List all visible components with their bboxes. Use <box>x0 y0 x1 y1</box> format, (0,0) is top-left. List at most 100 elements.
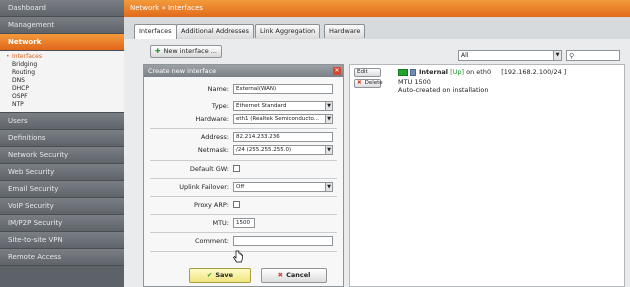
subnav-bridging-label: Bridging <box>12 61 38 68</box>
interface-name: Internal <box>419 68 449 76</box>
new-interface-button[interactable]: ✚ New interface ... <box>150 45 222 58</box>
type-value: Ethernet Standard <box>236 103 287 109</box>
new-interface-label: New interface ... <box>163 47 217 55</box>
subnav-ntp[interactable]: NTP <box>6 101 124 109</box>
netmask-value: /24 (255.255.255.0) <box>236 147 292 153</box>
edit-button[interactable]: Edit <box>354 68 381 77</box>
interface-summary: Internal [Up] on eth0 [192.168.2.100/24 … <box>419 68 566 77</box>
mtu-input[interactable]: 1500 <box>233 218 255 228</box>
type-select[interactable]: Ethernet Standard ▼ <box>233 101 333 111</box>
mtu-row: MTU: 1500 <box>144 218 343 229</box>
interface-device: on eth0 <box>466 68 492 76</box>
interface-list: Edit ✖ Delete Internal [Up] on eth0 [192.… <box>349 64 625 287</box>
tab-bar: Interfaces Additional Addresses Link Agg… <box>124 17 630 39</box>
dialog-title: Create new interface ✕ <box>144 65 343 77</box>
plus-icon: ✚ <box>155 47 161 55</box>
hardware-label: Hardware: <box>195 115 229 123</box>
divider <box>150 232 337 233</box>
main-content: ✚ New interface ... All ▼ ⚲ Create new int… <box>124 39 630 287</box>
divider <box>150 251 337 252</box>
nav-management[interactable]: Management <box>0 17 124 34</box>
tab-hardware[interactable]: Hardware <box>324 24 366 38</box>
sidebar: Dashboard Management Network • Interfaces… <box>0 0 124 287</box>
comment-label: Comment: <box>194 237 229 245</box>
address-label: Address: <box>200 133 229 141</box>
filter-select[interactable]: All ▼ <box>458 50 562 61</box>
hardware-row: Hardware: eth1 (Realtek Semiconducto... ▼ <box>144 114 343 125</box>
nav-web-security[interactable]: Web Security <box>0 164 124 181</box>
subnav-ntp-label: NTP <box>12 101 24 108</box>
checkmark-icon: ✔ <box>206 271 213 279</box>
filter-value: All <box>461 52 469 59</box>
subnav-interfaces-label: Interfaces <box>12 53 42 60</box>
status-toggle-icon[interactable] <box>398 69 408 76</box>
nav-dashboard[interactable]: Dashboard <box>0 0 124 17</box>
subnav-dns[interactable]: DNS <box>6 77 124 85</box>
subnav-dhcp[interactable]: DHCP <box>6 85 124 93</box>
nav-users[interactable]: Users <box>0 113 124 130</box>
subnav-dns-label: DNS <box>12 77 25 84</box>
nav-site-to-site-vpn[interactable]: Site-to-site VPN <box>0 232 124 249</box>
delete-icon: ✖ <box>357 80 362 86</box>
hand-cursor-icon <box>233 250 243 263</box>
chevron-down-icon: ▼ <box>325 183 332 191</box>
divider <box>150 196 337 197</box>
type-label: Type: <box>211 102 229 110</box>
subnav-bridging[interactable]: Bridging <box>6 61 124 69</box>
cancel-button[interactable]: ✖ Cancel <box>261 268 327 283</box>
nav-email-security[interactable]: Email Security <box>0 181 124 198</box>
interface-comment: Auto-created on installation <box>398 86 489 94</box>
uplink-failover-select[interactable]: Off ▼ <box>233 182 333 192</box>
nav-remote-access[interactable]: Remote Access <box>0 249 124 266</box>
comment-row: Comment: <box>144 236 343 247</box>
tab-interfaces[interactable]: Interfaces <box>134 24 177 39</box>
divider <box>150 178 337 179</box>
address-input[interactable]: 82.214.233.236 <box>233 132 333 142</box>
tab-additional-addresses[interactable]: Additional Addresses <box>176 24 254 38</box>
comment-input[interactable] <box>233 236 333 246</box>
subnav-ospf[interactable]: OSPF <box>6 93 124 101</box>
nav-definitions[interactable]: Definitions <box>0 130 124 147</box>
header-bar: Network » Interfaces <box>124 0 630 17</box>
breadcrumb: Network » Interfaces <box>130 4 203 12</box>
dialog-title-text: Create new interface <box>148 67 217 75</box>
uplink-failover-row: Uplink Failover: Off ▼ <box>144 182 343 193</box>
default-gw-checkbox[interactable] <box>233 165 240 172</box>
nav-network-security[interactable]: Network Security <box>0 147 124 164</box>
address-row: Address: 82.214.233.236 <box>144 132 343 143</box>
subnav-interfaces[interactable]: • Interfaces <box>6 53 124 61</box>
hardware-select[interactable]: eth1 (Realtek Semiconducto... ▼ <box>233 114 333 124</box>
name-row: Name: External(WAN) <box>144 84 343 95</box>
proxy-arp-checkbox[interactable] <box>233 201 240 208</box>
tab-link-aggregation[interactable]: Link Aggregation <box>255 24 321 38</box>
hardware-value: eth1 (Realtek Semiconducto... <box>236 116 320 122</box>
status-badge: [Up] <box>450 68 465 76</box>
nav-im-p2p-security[interactable]: IM/P2P Security <box>0 215 124 232</box>
nav-network[interactable]: Network <box>0 34 124 51</box>
save-button[interactable]: ✔ Save <box>189 268 251 283</box>
netmask-label: Netmask: <box>197 146 229 154</box>
close-icon[interactable]: ✕ <box>333 67 341 75</box>
nav-voip-security[interactable]: VoIP Security <box>0 198 124 215</box>
network-subnav: • Interfaces Bridging Routing DNS DHCP OS… <box>0 51 124 113</box>
type-row: Type: Ethernet Standard ▼ <box>144 101 343 112</box>
save-label: Save <box>215 271 234 279</box>
uplink-failover-value: Off <box>236 184 245 190</box>
netmask-select[interactable]: /24 (255.255.255.0) ▼ <box>233 145 333 155</box>
subnav-routing[interactable]: Routing <box>6 69 124 77</box>
default-gw-label: Default GW: <box>189 165 229 173</box>
chevron-down-icon: ▼ <box>325 146 332 154</box>
mtu-label: MTU: <box>212 219 229 227</box>
name-input[interactable]: External(WAN) <box>233 84 333 94</box>
cancel-icon: ✖ <box>277 271 284 279</box>
divider <box>150 160 337 161</box>
divider <box>150 214 337 215</box>
delete-button[interactable]: ✖ Delete <box>354 79 383 88</box>
delete-label: Delete <box>364 80 383 86</box>
search-input[interactable]: ⚲ <box>566 50 620 61</box>
netmask-row: Netmask: /24 (255.255.255.0) ▼ <box>144 145 343 156</box>
subnav-ospf-label: OSPF <box>12 93 28 100</box>
proxy-arp-label: Proxy ARP: <box>194 201 229 209</box>
edit-label: Edit <box>357 69 368 75</box>
chevron-down-icon: ▼ <box>325 102 332 110</box>
